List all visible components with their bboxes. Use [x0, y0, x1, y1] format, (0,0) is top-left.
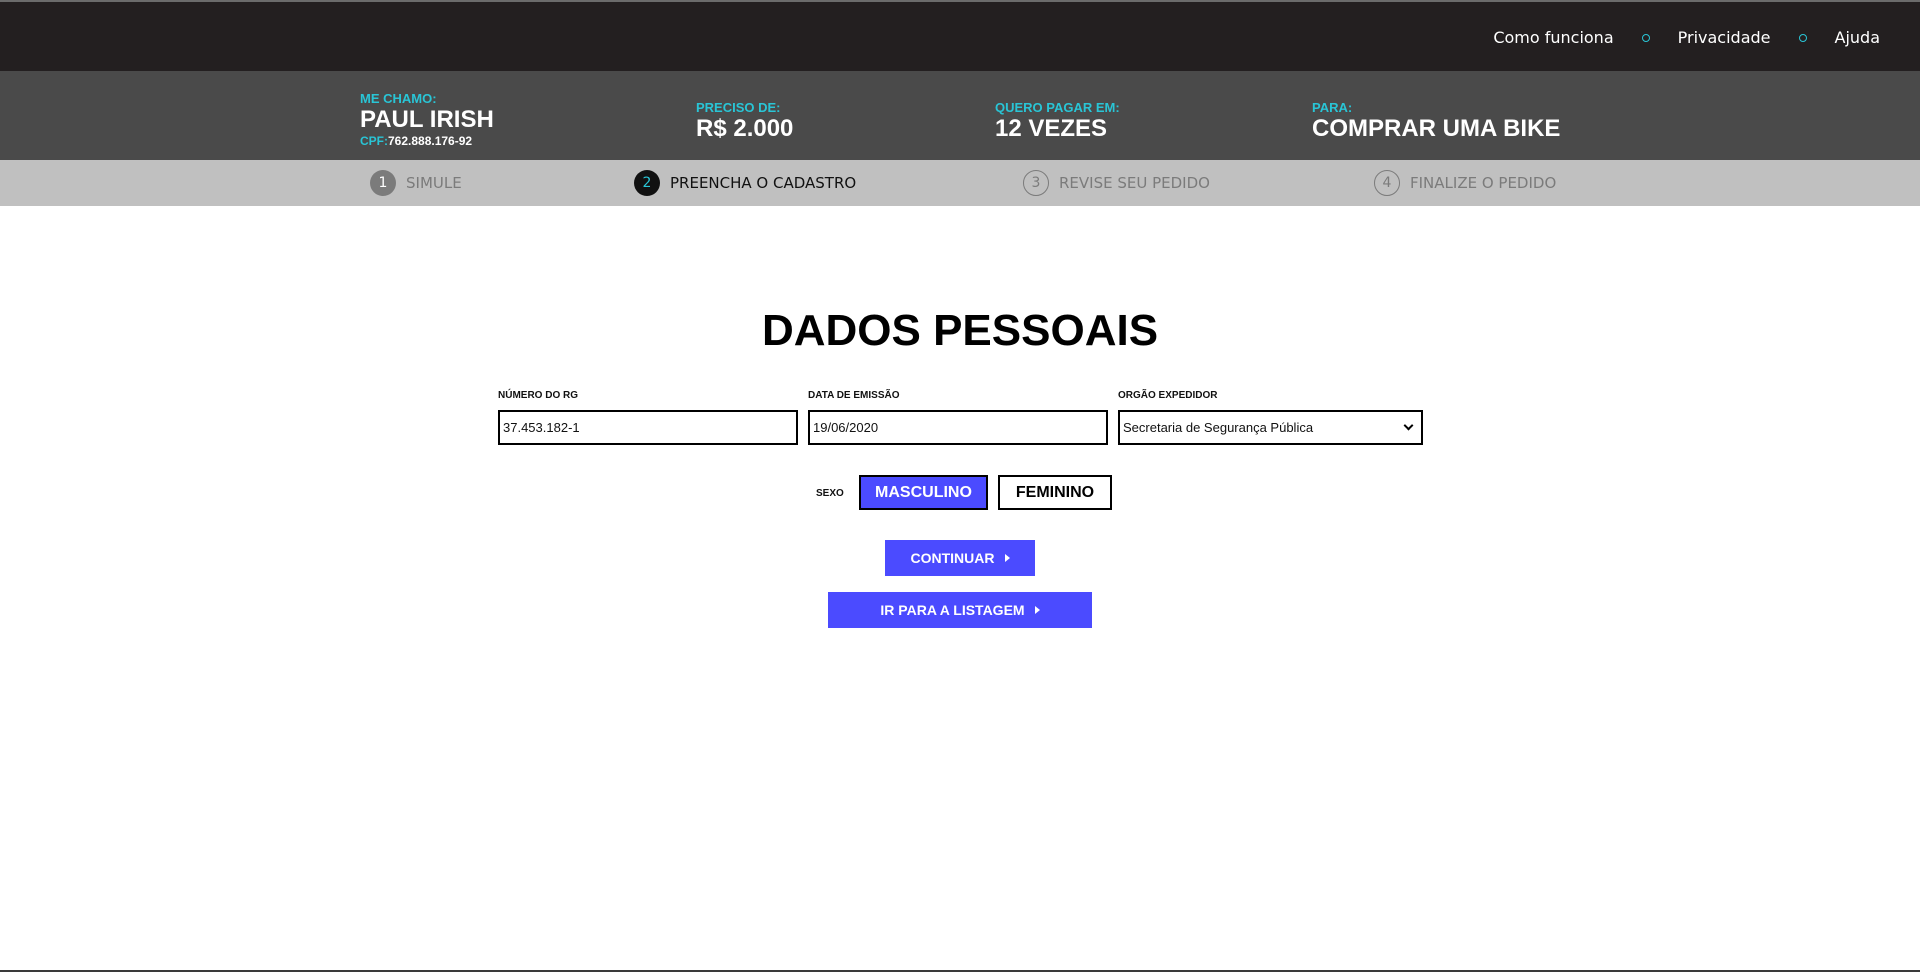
nav-link-como-funciona[interactable]: Como funciona: [1493, 28, 1613, 47]
rg-input[interactable]: [498, 410, 798, 445]
installments-label: QUERO PAGAR EM:: [995, 100, 1120, 115]
summary-installments: QUERO PAGAR EM: 12 VEZES: [995, 100, 1120, 143]
nav-link-privacidade[interactable]: Privacidade: [1678, 28, 1771, 47]
step-label: SIMULE: [406, 174, 462, 192]
caret-right-icon: [1004, 554, 1010, 562]
summary-amount: PRECISO DE: R$ 2.000: [696, 100, 793, 143]
loan-summary-bar: ME CHAMO: PAUL IRISH CPF:762.888.176-92 …: [0, 71, 1920, 160]
purpose-value: COMPRAR UMA BIKE: [1312, 115, 1561, 142]
purpose-label: PARA:: [1312, 100, 1353, 115]
nav-link-ajuda[interactable]: Ajuda: [1835, 28, 1881, 47]
installments-value: 12 VEZES: [995, 115, 1108, 142]
sex-option-masculino[interactable]: MASCULINO: [859, 475, 988, 510]
step-label: FINALIZE O PEDIDO: [1410, 174, 1557, 192]
go-to-list-button-label: IR PARA A LISTAGEM: [880, 602, 1025, 618]
cpf-value: 762.888.176-92: [388, 134, 473, 148]
continue-button-label: CONTINUAR: [910, 550, 995, 566]
issuer-field-group: ORGÃO EXPEDIDOR Secretaria de Segurança …: [1118, 390, 1423, 445]
cpf-line: CPF:762.888.176-92: [360, 134, 494, 148]
summary-purpose: PARA: COMPRAR UMA BIKE: [1312, 100, 1560, 143]
name-label: ME CHAMO:: [360, 91, 437, 106]
step-simule[interactable]: 1 SIMULE: [370, 160, 462, 206]
sex-label: SEXO: [816, 488, 844, 499]
cpf-label: CPF:: [360, 134, 388, 148]
progress-steps: 1 SIMULE 2 PREENCHA O CADASTRO 3 REVISE …: [0, 160, 1920, 206]
step-number: 3: [1023, 170, 1049, 196]
sex-option-feminino[interactable]: FEMININO: [998, 475, 1112, 510]
amount-label: PRECISO DE:: [696, 100, 781, 115]
go-to-list-button[interactable]: IR PARA A LISTAGEM: [828, 592, 1092, 628]
amount-value: R$ 2.000: [696, 115, 794, 142]
step-revise-pedido[interactable]: 3 REVISE SEU PEDIDO: [1023, 160, 1210, 206]
step-label: PREENCHA O CADASTRO: [670, 174, 857, 192]
step-preencha-cadastro[interactable]: 2 PREENCHA O CADASTRO: [634, 160, 856, 206]
summary-name: ME CHAMO: PAUL IRISH CPF:762.888.176-92: [360, 91, 494, 148]
step-number: 1: [370, 170, 396, 196]
page-title: DADOS PESSOAIS: [761, 306, 1159, 355]
continue-button[interactable]: CONTINUAR: [885, 540, 1035, 576]
chevron-down-icon: [1403, 420, 1414, 431]
step-number: 2: [634, 170, 660, 196]
emission-date-input[interactable]: [808, 410, 1108, 445]
issuer-label: ORGÃO EXPEDIDOR: [1118, 390, 1218, 401]
emission-date-field-group: DATA DE EMISSÃO: [808, 390, 1108, 445]
nav-links: Como funciona Privacidade Ajuda: [1493, 2, 1880, 73]
circle-dot-icon: [1798, 33, 1807, 42]
circle-dot-icon: [1641, 33, 1650, 42]
caret-right-icon: [1034, 606, 1040, 614]
issuer-select[interactable]: Secretaria de Segurança Pública: [1118, 410, 1423, 445]
rg-field-group: NÚMERO DO RG: [498, 390, 798, 445]
step-label: REVISE SEU PEDIDO: [1059, 174, 1210, 192]
issuer-selected-value: Secretaria de Segurança Pública: [1123, 420, 1314, 435]
name-value: PAUL IRISH: [360, 106, 494, 133]
top-navigation: Como funciona Privacidade Ajuda: [0, 0, 1920, 71]
step-number: 4: [1374, 170, 1400, 196]
emission-date-label: DATA DE EMISSÃO: [808, 390, 900, 401]
step-finalize-pedido[interactable]: 4 FINALIZE O PEDIDO: [1374, 160, 1556, 206]
rg-label: NÚMERO DO RG: [498, 390, 578, 401]
